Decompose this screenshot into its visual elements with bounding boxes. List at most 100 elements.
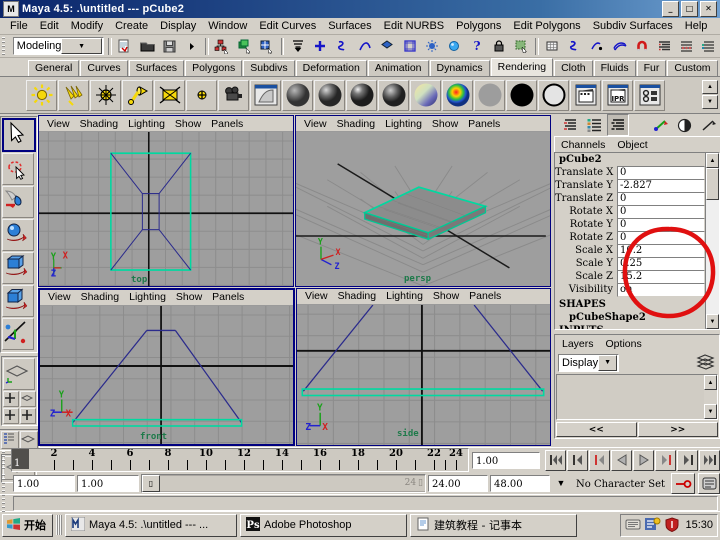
channel-value[interactable]: 0 [617,230,705,245]
render-current-frame-icon[interactable] [570,79,601,111]
new-layer-icon[interactable] [696,352,716,373]
render-current-frame-icon[interactable] [444,35,465,57]
channel-value[interactable]: 15.2 [617,269,705,284]
layer-list-area[interactable] [557,375,704,419]
select-mask-icon[interactable] [287,35,308,57]
range-slider-track[interactable]: 24 ▯ [160,475,425,491]
step-back-frame-icon[interactable] [589,449,610,471]
channel-value[interactable]: 0 [617,204,705,219]
vp-menu-lighting[interactable]: Lighting [124,291,171,303]
anim-start-field[interactable]: 1.00 [77,474,139,492]
go-to-start-icon[interactable] [545,449,566,471]
lasso-tool[interactable] [2,153,34,185]
playback-end-field[interactable]: 24.00 [428,474,488,492]
maximize-button[interactable]: □ [681,1,698,17]
hypergraph-persp-layout[interactable] [0,431,19,449]
menu-file[interactable]: File [4,19,34,33]
point-icon[interactable] [586,35,608,57]
range-right-handle[interactable]: ▯ [418,478,423,488]
shelf-tab-curves[interactable]: Curves [80,60,128,76]
ime-icon[interactable] [645,517,661,533]
save-scene-icon[interactable] [159,35,180,57]
shelf-tab-polygons[interactable]: Polygons [185,60,243,76]
four-view-layout[interactable] [19,408,36,424]
menu-display[interactable]: Display [154,19,202,33]
shelf-expand-icon[interactable] [181,35,203,57]
range-left-handle[interactable]: ▯ [142,474,160,492]
go-to-end-icon[interactable] [699,449,720,471]
channel-row-scale-x[interactable]: Scale X 10.2 [555,243,705,258]
snap-to-point-icon[interactable] [354,35,376,57]
surface-icon[interactable] [609,35,630,57]
layers-menu-options[interactable]: Options [600,338,648,350]
lambert-material-icon[interactable] [282,79,313,111]
open-scene-icon[interactable] [137,35,158,57]
snap-to-curve-icon[interactable] [332,35,353,57]
taskbar-item-maya[interactable]: Maya 4.5: .\untitled --- ... [65,513,237,537]
channel-row-scale-y[interactable]: Scale Y 0.25 [555,256,705,271]
layered-shader-icon[interactable] [442,79,473,111]
top-viewport[interactable]: View Shading Lighting Show Panels Y X to… [38,115,294,287]
shelf-tab-general[interactable]: General [28,60,80,76]
channel-row-translate-y[interactable]: Translate Y -2.827 [555,178,705,193]
menu-edit-polygons[interactable]: Edit Polygons [507,19,586,33]
magnet-icon[interactable] [631,35,652,57]
anisotropic-material-icon[interactable] [410,79,441,111]
scrollbar-thumb[interactable] [706,168,719,200]
channel-box-icon[interactable] [698,35,720,57]
help-icon[interactable]: ? [466,35,488,57]
vp-menu-show[interactable]: Show [427,118,463,130]
vp-menu-view[interactable]: View [43,291,76,303]
scroll-down-icon[interactable]: ▼ [706,314,719,329]
channel-value[interactable]: 0 [617,165,705,180]
command-response-field[interactable] [13,495,718,511]
vp-menu-shading[interactable]: Shading [332,118,381,130]
scroll-down-icon[interactable]: ▼ [704,404,717,419]
statusline-grip[interactable] [2,37,9,55]
current-frame-marker[interactable]: 1 [12,449,29,469]
chevron-down-icon[interactable]: ▼ [552,478,570,488]
step-back-key-icon[interactable] [567,449,588,471]
show-layer-editor-icon[interactable] [583,114,605,136]
anim-end-field[interactable]: 48.00 [490,474,550,492]
step-forward-key-icon[interactable] [677,449,698,471]
attribute-editor-icon[interactable] [649,114,671,136]
vp-menu-panels[interactable]: Panels [464,290,506,302]
play-backwards-icon[interactable] [611,449,632,471]
menu-edit-nurbs[interactable]: Edit NURBS [378,19,451,33]
channel-box[interactable]: pCube2 Translate X 0 Translate Y -2.827 … [554,152,720,330]
render-view-icon[interactable] [250,79,281,111]
grid-icon[interactable] [541,35,563,57]
persp-outliner-layout[interactable] [19,431,38,449]
menu-modify[interactable]: Modify [65,19,109,33]
persp-viewport[interactable]: View Shading Lighting Show Panels Y Z X … [295,115,551,287]
clock[interactable]: 15:30 [685,519,713,531]
shelf-tab-fluids[interactable]: Fluids [593,60,636,76]
scrollbar-track[interactable] [706,200,719,314]
ipr-render-icon[interactable]: IPR [602,79,633,111]
step-forward-frame-icon[interactable] [655,449,676,471]
shelf-tab-animation[interactable]: Animation [367,60,429,76]
shelf-tab-subdivs[interactable]: Subdivs [243,60,295,76]
select-tool[interactable] [2,118,36,152]
front-viewport-canvas[interactable]: Y Z X front [40,305,293,444]
area-light-icon[interactable] [154,79,185,111]
attribute-editor-icon[interactable] [653,35,675,57]
scroll-up-icon[interactable]: ▲ [702,80,718,94]
move-tool[interactable] [2,219,34,251]
play-forwards-icon[interactable] [633,449,654,471]
volume-light-icon[interactable] [186,79,217,111]
scroll-up-icon[interactable]: ▲ [706,153,719,168]
shelf-tab-fur[interactable]: Fur [636,60,667,76]
vp-menu-view[interactable]: View [300,290,333,302]
minimize-button[interactable]: _ [662,1,679,17]
vp-menu-lighting[interactable]: Lighting [380,118,427,130]
menu-surfaces[interactable]: Surfaces [322,19,377,33]
rangeslider-grip[interactable] [2,474,9,492]
layer-list[interactable]: ▲ ▼ [556,374,718,420]
single-perspective-layout[interactable] [2,358,35,390]
menu-subdiv-surfaces[interactable]: Subdiv Surfaces [587,19,679,33]
layers-menu-layers[interactable]: Layers [556,338,600,350]
channel-row-translate-x[interactable]: Translate X 0 [555,165,705,180]
range-slider[interactable]: ▯ 24 ▯ [141,473,426,493]
